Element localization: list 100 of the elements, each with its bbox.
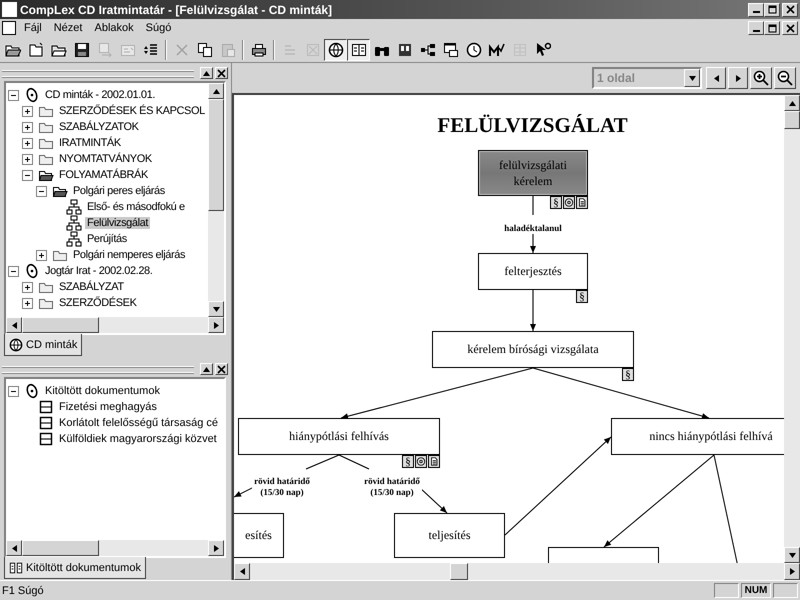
tree-item[interactable]: Felülvizsgálat: [85, 217, 150, 229]
vertical-scrollbar[interactable]: [784, 95, 800, 563]
horizontal-scrollbar[interactable]: [6, 540, 224, 556]
document-icon: [2, 21, 16, 35]
tree-item[interactable]: SZERZŐDÉSEK ÉS KAPCSOL: [57, 105, 207, 117]
pane-expand-button[interactable]: [200, 67, 213, 79]
expand-toggle[interactable]: [22, 298, 33, 308]
menu-item[interactable]: Súgó: [140, 21, 178, 35]
close-button[interactable]: [782, 2, 798, 16]
toolbar-button[interactable]: [324, 38, 347, 60]
tree-item[interactable]: CD minták - 2002.01.01.: [43, 89, 158, 101]
scroll-thumb[interactable]: [22, 317, 99, 333]
disc-badge[interactable]: [563, 196, 575, 209]
tree-item[interactable]: SZERZŐDÉSEK: [57, 297, 139, 309]
tree-item[interactable]: Kitöltött dokumentumok: [43, 385, 162, 397]
clock-icon: [466, 42, 482, 58]
menu-item[interactable]: Nézet: [48, 21, 88, 35]
horizontal-scrollbar[interactable]: [6, 317, 224, 333]
tree-item[interactable]: IRATMINTÁK: [57, 137, 123, 149]
expand-toggle[interactable]: [22, 282, 33, 292]
pane-grip[interactable]: [2, 366, 194, 372]
tree-item[interactable]: Polgári nemperes eljárás: [71, 249, 188, 261]
expand-toggle[interactable]: [8, 386, 19, 396]
expand-toggle[interactable]: [36, 186, 47, 196]
close-button[interactable]: [782, 21, 798, 35]
tree-item[interactable]: Külföldiek magyarországi közvet: [57, 433, 219, 445]
pane-grip[interactable]: [2, 70, 194, 76]
flowchart-node[interactable]: esítés: [234, 513, 284, 558]
scroll-left-button[interactable]: [6, 317, 22, 333]
flowchart-node[interactable]: nincs hiánypótlási felhívá: [611, 418, 784, 455]
left-arrow-icon: [10, 320, 18, 330]
section-badge[interactable]: §: [576, 290, 588, 303]
scroll-right-button[interactable]: [208, 540, 224, 556]
flowchart-node[interactable]: felülvizsgálati kérelem: [478, 150, 588, 196]
up-arrow-icon: [788, 98, 796, 108]
flowchart-icon: [66, 199, 82, 215]
tree-item[interactable]: Perújítás: [85, 233, 129, 245]
expand-toggle[interactable]: [22, 170, 33, 180]
window-title: CompLex CD Iratmintatár - [Felülvizsgálat - CD minták]: [20, 2, 334, 16]
scroll-up-button[interactable]: [784, 95, 800, 111]
expand-toggle[interactable]: [22, 122, 33, 132]
tree-item[interactable]: Első- és másodfokú e: [85, 201, 187, 213]
flowchart-node[interactable]: kérelem bírósági vizsgálata: [432, 331, 634, 368]
restore-button[interactable]: [764, 21, 780, 35]
tree-item[interactable]: Fizetési meghagyás: [57, 401, 159, 413]
scroll-thumb[interactable]: [22, 540, 99, 556]
pane-close-button[interactable]: [215, 67, 228, 79]
scroll-thumb[interactable]: [450, 563, 468, 580]
horizontal-scrollbar[interactable]: [234, 563, 800, 580]
minimize-button[interactable]: [748, 2, 764, 16]
expand-toggle[interactable]: [36, 250, 47, 260]
menu-item[interactable]: Fájl: [18, 21, 48, 35]
expand-toggle[interactable]: [22, 106, 33, 116]
scroll-left-button[interactable]: [6, 540, 22, 556]
section-badge[interactable]: §: [402, 455, 414, 468]
scroll-right-button[interactable]: [208, 317, 224, 333]
expand-toggle[interactable]: [8, 266, 19, 276]
tree-item[interactable]: SZABÁLYZAT: [57, 281, 126, 293]
pane-tab[interactable]: Kitöltött dokumentumok: [4, 557, 146, 579]
section-badge[interactable]: §: [550, 196, 562, 209]
status-text: F1 Súgó: [2, 584, 45, 596]
tree-item[interactable]: Jogtár Irat - 2002.02.28.: [43, 265, 154, 277]
flowchart-node[interactable]: teljesítés: [394, 513, 505, 558]
page-badge[interactable]: [576, 196, 588, 209]
scroll-thumb[interactable]: [784, 111, 800, 129]
previous-page-button[interactable]: [706, 67, 726, 89]
flowchart-node[interactable]: hiánypótlási felhívás: [238, 418, 440, 455]
expand-toggle[interactable]: [22, 154, 33, 164]
tree-icon: [420, 42, 436, 58]
tree-item[interactable]: Korlátolt felelősségű társaság cé: [57, 417, 220, 429]
pane-expand-button[interactable]: [200, 363, 213, 375]
pane-close-button[interactable]: [215, 363, 228, 375]
next-page-button[interactable]: [728, 67, 748, 89]
scroll-left-button[interactable]: [234, 563, 250, 580]
expand-toggle[interactable]: [22, 138, 33, 148]
menu-item[interactable]: Ablakok: [88, 21, 140, 35]
vertical-scrollbar[interactable]: [208, 83, 224, 317]
flowchart-node[interactable]: felterjesztés: [478, 253, 588, 290]
expand-toggle[interactable]: [8, 90, 19, 100]
toolbar-button[interactable]: [347, 38, 370, 60]
columns-icon: [350, 42, 366, 58]
minimize-button[interactable]: [748, 21, 764, 35]
zoom-in-button[interactable]: [750, 67, 772, 89]
page-badge[interactable]: [428, 455, 440, 468]
scroll-down-button[interactable]: [784, 547, 800, 563]
close-icon: [217, 364, 226, 374]
scroll-down-button[interactable]: [208, 301, 224, 317]
maximize-button[interactable]: [764, 2, 780, 16]
pane-tab[interactable]: CD minták: [4, 334, 82, 356]
tree-item[interactable]: NYOMTATVÁNYOK: [57, 153, 154, 165]
section-badge[interactable]: §: [622, 368, 634, 381]
scroll-thumb[interactable]: [208, 99, 224, 211]
scroll-right-button[interactable]: [784, 563, 800, 580]
disc-badge[interactable]: [415, 455, 427, 468]
tree-item[interactable]: FOLYAMATÁBRÁK: [57, 169, 150, 181]
zoom-out-button[interactable]: [774, 67, 796, 89]
tree-item[interactable]: SZABÁLYZATOK: [57, 121, 141, 133]
right-arrow-icon: [212, 320, 220, 330]
tree-item[interactable]: Polgári peres eljárás: [71, 185, 167, 197]
scroll-up-button[interactable]: [208, 83, 224, 99]
